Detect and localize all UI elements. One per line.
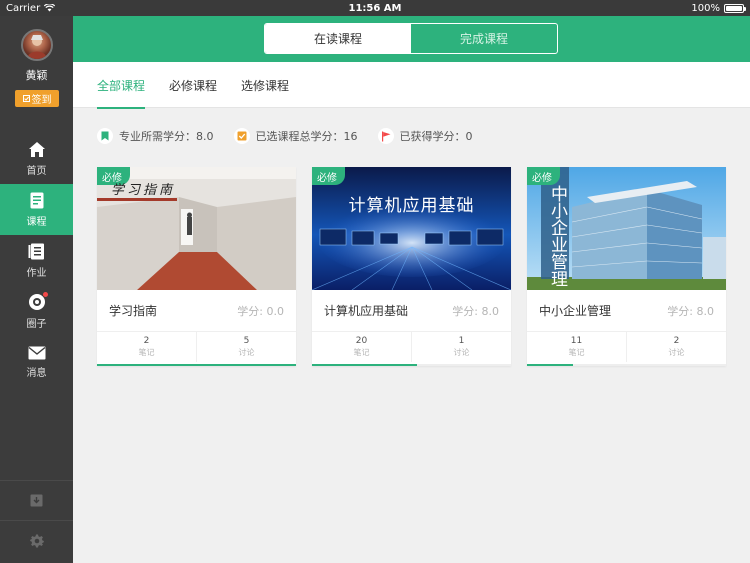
course-tabs: 全部课程 必修课程 选修课程: [73, 62, 750, 109]
notes-stat[interactable]: 2 笔记: [97, 332, 196, 362]
required-credits: 专业所需学分：8.0: [97, 128, 214, 144]
cover-title-text: 中小企业管理: [547, 185, 567, 287]
course-cover-image: 必修 中小企业管理: [527, 167, 726, 290]
course-card[interactable]: 必修 中小企业管理 中小企业管理 学分: 8.0 11 笔记 2 讨论: [527, 167, 726, 366]
segment-completed[interactable]: 完成课程: [411, 24, 557, 53]
cover-title-text: 计算机应用基础: [348, 196, 475, 216]
discussions-label: 讨论: [238, 348, 255, 357]
notes-label: 笔记: [568, 348, 585, 357]
course-title-row: 学习指南 学分: 0.0: [97, 290, 296, 331]
course-book-icon: [30, 192, 43, 208]
carrier-info: Carrier: [6, 2, 56, 14]
mail-icon: [28, 346, 45, 360]
notes-stat[interactable]: 11 笔记: [527, 332, 626, 362]
clock: 11:56 AM: [348, 2, 402, 14]
course-cover-image: 必修 学习指南: [97, 167, 296, 290]
home-icon: [28, 141, 45, 157]
battery-info: 100%: [691, 2, 746, 14]
earned-credits-label: 已获得学分：0: [399, 130, 473, 143]
notes-stat[interactable]: 20 笔记: [312, 332, 411, 362]
checkbox-icon: [233, 128, 250, 144]
course-cover-image: 必修 计算机应用基础: [312, 167, 511, 290]
download-box-icon: [30, 494, 43, 507]
required-badge: 必修: [312, 167, 345, 185]
course-title-row: 中小企业管理 学分: 8.0: [527, 290, 726, 331]
notes-count: 2: [143, 336, 150, 346]
carrier-label: Carrier: [6, 2, 41, 14]
course-name: 学习指南: [109, 304, 158, 318]
cover-title-text: 学习指南: [111, 183, 176, 198]
course-name: 中小企业管理: [539, 304, 612, 318]
notes-label: 笔记: [353, 348, 370, 357]
course-name: 计算机应用基础: [324, 304, 409, 318]
discussions-label: 讨论: [453, 348, 470, 357]
course-progress-bar: [97, 364, 296, 366]
discussions-stat[interactable]: 1 讨论: [411, 332, 511, 362]
sidebar-bottom: [0, 480, 73, 560]
notes-label: 笔记: [138, 348, 155, 357]
homework-icon: [28, 243, 44, 259]
notes-count: 11: [570, 336, 583, 346]
sidebar-item-label: 首页: [26, 165, 47, 177]
sidebar: 黄颖 签到 首页 课程 作业 圈子 消息: [0, 16, 73, 563]
course-title-row: 计算机应用基础 学分: 8.0: [312, 290, 511, 331]
sidebar-item-label: 圈子: [26, 319, 47, 330]
course-credit: 学分: 0.0: [237, 304, 284, 318]
discussions-stat[interactable]: 5 讨论: [196, 332, 296, 362]
discussions-count: 1: [458, 336, 465, 346]
notification-dot: [43, 292, 48, 297]
sidebar-item-homework[interactable]: 作业: [0, 235, 73, 286]
course-stats: 11 笔记 2 讨论: [527, 331, 726, 362]
sidebar-item-label: 作业: [26, 267, 47, 279]
discussions-label: 讨论: [668, 348, 685, 357]
course-card-list: 必修 学习指南 学习指南 学分: 0.0 2 笔记 5 讨论 必修 计算机应用基…: [97, 167, 726, 366]
sidebar-nav: 首页 课程 作业 圈子 消息: [0, 133, 73, 388]
discussions-count: 5: [243, 336, 250, 346]
avatar[interactable]: [21, 29, 53, 61]
course-credit: 学分: 8.0: [452, 304, 499, 318]
settings-button[interactable]: [0, 520, 73, 560]
sidebar-item-home[interactable]: 首页: [0, 133, 73, 184]
earned-credits: 已获得学分：0: [377, 128, 473, 144]
course-credit: 学分: 8.0: [667, 304, 714, 318]
sidebar-item-label: 消息: [26, 368, 47, 379]
battery-icon: [724, 3, 746, 13]
required-badge: 必修: [527, 167, 560, 185]
bookmark-icon: [97, 128, 113, 144]
user-name: 黄颖: [25, 69, 48, 82]
course-progress-bar: [527, 364, 726, 366]
wifi-icon: [44, 4, 56, 12]
course-stats: 20 笔记 1 讨论: [312, 331, 511, 362]
discussions-count: 2: [673, 336, 680, 346]
course-stats: 2 笔记 5 讨论: [97, 331, 296, 362]
tab-required-courses[interactable]: 必修课程: [169, 62, 217, 108]
checkin-icon: [22, 95, 30, 102]
battery-percent: 100%: [691, 2, 720, 14]
sidebar-item-messages[interactable]: 消息: [0, 337, 73, 388]
download-button[interactable]: [0, 480, 73, 520]
header-bar: 在读课程 完成课程: [73, 16, 750, 62]
checkin-button[interactable]: 签到: [15, 90, 59, 107]
course-card[interactable]: 必修 学习指南 学习指南 学分: 0.0 2 笔记 5 讨论: [97, 167, 296, 366]
tab-all-courses[interactable]: 全部课程: [97, 62, 146, 109]
discussions-stat[interactable]: 2 讨论: [626, 332, 726, 362]
segment-reading[interactable]: 在读课程: [265, 24, 411, 53]
required-credits-label: 专业所需学分：8.0: [119, 130, 214, 143]
flag-icon: [377, 128, 394, 144]
credits-summary: 专业所需学分：8.0 已选课程总学分：16 已获得学分：0: [97, 127, 473, 145]
sidebar-item-label: 课程: [26, 216, 47, 228]
selected-credits-label: 已选课程总学分：16: [255, 130, 358, 143]
status-bar: Carrier 11:56 AM 100%: [0, 0, 750, 16]
notes-count: 20: [355, 336, 368, 346]
selected-credits: 已选课程总学分：16: [233, 128, 358, 144]
checkin-label: 签到: [31, 95, 52, 106]
course-card[interactable]: 必修 计算机应用基础 计算机应用基础 学分: 8.0 20 笔记 1 讨论: [312, 167, 511, 366]
course-status-segment: 在读课程 完成课程: [264, 23, 558, 54]
tab-elective-courses[interactable]: 选修课程: [241, 62, 289, 108]
sidebar-item-course[interactable]: 课程: [0, 184, 73, 235]
gear-icon: [29, 534, 44, 547]
course-progress-bar: [312, 364, 511, 366]
sidebar-item-circle[interactable]: 圈子: [0, 286, 73, 337]
